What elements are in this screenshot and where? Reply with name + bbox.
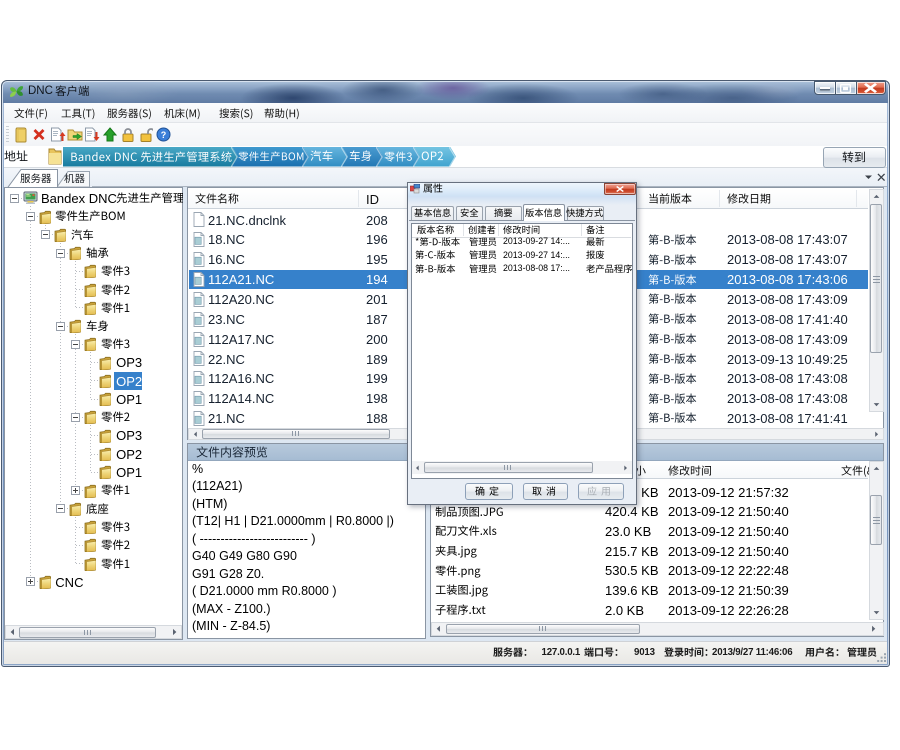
svg-text:?: ? [161, 130, 167, 140]
